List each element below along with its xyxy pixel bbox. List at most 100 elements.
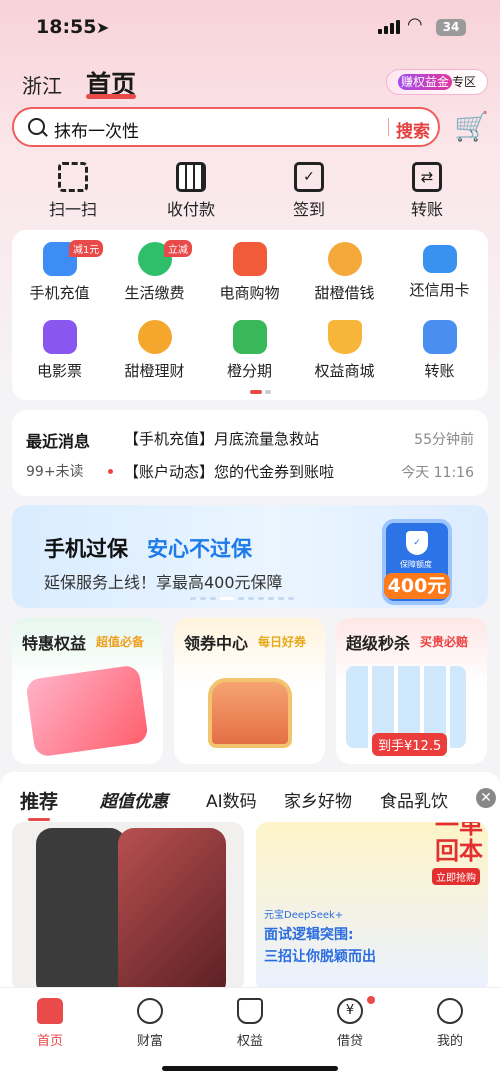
quick-label: 扫一扫 — [48, 200, 97, 219]
card-title: 领券中心 — [184, 634, 249, 653]
card-special-rights[interactable]: 特惠权益 超值必备 — [12, 618, 163, 764]
banner-description: 延保服务上线！享最高400元保障 — [44, 573, 283, 592]
status-time: 18:55 — [36, 16, 97, 38]
nav-loan[interactable]: ¥ 借贷 — [315, 996, 385, 1049]
location-arrow-icon: ➤ — [96, 18, 110, 37]
quick-actions: 扫一扫 收付款 ✓ 签到 ⇄ 转账 — [0, 158, 500, 224]
phone-caption: 保障额度 — [400, 560, 432, 569]
status-bar: 18:55 ➤ ◠ 34 — [0, 0, 500, 56]
product-card-ad[interactable]: 一单 回本 立即抢购 元宝DeepSeek+ 面试逻辑突围: 三招让你脱颖而出 — [256, 822, 488, 992]
notification-dot — [367, 996, 375, 1004]
transfer-card-icon — [422, 320, 457, 354]
banner-price: 400元 — [384, 573, 450, 599]
unread-count: 99+未读 — [26, 464, 84, 480]
service-label: 转账 — [424, 362, 455, 380]
profile-icon — [437, 998, 463, 1024]
movie-icon — [42, 320, 77, 354]
province-selector[interactable]: 浙江 — [22, 70, 62, 99]
card-flash-sale[interactable]: 超级秒杀 买贵必赔 到手¥12.5 — [336, 618, 487, 764]
service-label: 甜橙借钱 — [314, 284, 375, 302]
treasure-chest-illustration — [208, 678, 292, 748]
banner-title: 手机过保 — [44, 537, 128, 561]
recommend-feed: 推荐 超值优惠 AI数码 家乡好物 食品乳饮 ✕ 一单 回本 立即抢购 元宝Dee… — [0, 772, 500, 992]
message-item[interactable]: 【手机充值】月底流量急救站 — [124, 428, 319, 449]
title-underline — [86, 94, 136, 99]
service-label: 手机充值 — [29, 284, 90, 302]
service-shopping[interactable]: 电商购物 — [202, 242, 297, 303]
ad-line2: 回本 — [435, 837, 483, 865]
card-coupon-center[interactable]: 领券中心 每日好券 — [174, 618, 325, 764]
search-icon — [28, 118, 45, 135]
banner-title-highlight: 安心不过保 — [147, 537, 252, 561]
search-bar[interactable]: 抹布一次性 搜索 — [12, 107, 440, 147]
search-input[interactable]: 抹布一次性 — [54, 117, 139, 142]
warranty-banner[interactable]: 手机过保 安心不过保 延保服务上线！享最高400元保障 ✓ 保障额度 400元 — [12, 505, 488, 608]
product-card-phone[interactable] — [12, 822, 244, 992]
cart-icon[interactable]: 🛒 — [454, 110, 489, 143]
loan-icon: ¥ — [337, 998, 363, 1024]
unread-dot — [108, 469, 113, 474]
quick-checkin[interactable]: ✓ 签到 — [264, 158, 354, 220]
quick-transfer[interactable]: ⇄ 转账 — [382, 158, 472, 220]
search-divider — [388, 118, 389, 136]
service-wealth[interactable]: 甜橙理财 — [107, 320, 202, 381]
messages-title: 最近消息 — [26, 432, 91, 451]
calendar-check-icon: ✓ — [294, 162, 324, 192]
feed-tabs: 推荐 超值优惠 AI数码 家乡好物 食品乳饮 ✕ — [0, 784, 500, 821]
nav-wealth[interactable]: 财富 — [115, 998, 185, 1049]
message-time: 55分钟前 — [414, 432, 474, 448]
tab-deals[interactable]: 超值优惠 — [100, 787, 168, 812]
top-header: 浙江 首页 赚权益金 专区 — [0, 58, 500, 104]
promo-badge[interactable]: 赚权益金 专区 — [386, 69, 488, 95]
card-subtitle: 每日好券 — [258, 635, 307, 649]
yuan-coin-icon — [137, 320, 172, 354]
nav-profile[interactable]: 我的 — [415, 998, 485, 1049]
service-installment[interactable]: 橙分期 — [202, 320, 297, 381]
promo-badge-label: 专区 — [452, 75, 477, 89]
phone-product-image-back — [118, 828, 226, 992]
quick-label: 收付款 — [166, 200, 215, 219]
wifi-icon: ◠ — [407, 14, 423, 35]
service-tag: 减1元 — [69, 240, 104, 257]
ad-brand: 元宝DeepSeek+ — [264, 910, 344, 921]
service-rights-mall[interactable]: 权益商城 — [297, 320, 392, 381]
quick-pay[interactable]: 收付款 — [146, 158, 236, 220]
service-phone-topup[interactable]: 减1元 手机充值 — [12, 240, 107, 303]
nav-home[interactable]: 首页 — [15, 998, 85, 1049]
service-label: 生活缴费 — [124, 284, 185, 302]
service-utilities[interactable]: 立减 生活缴费 — [107, 240, 202, 303]
service-credit-card[interactable]: 还信用卡 — [392, 242, 487, 300]
page-indicator — [250, 390, 271, 394]
ad-headline-1: 面试逻辑突围: — [264, 927, 354, 943]
quick-label: 签到 — [292, 200, 325, 219]
quick-scan[interactable]: 扫一扫 — [28, 158, 118, 220]
close-icon[interactable]: ✕ — [476, 788, 496, 808]
credit-card-icon — [422, 245, 457, 273]
tab-ai-digital[interactable]: AI数码 — [206, 787, 257, 812]
transfer-icon: ⇄ — [412, 162, 442, 192]
service-borrow[interactable]: 甜橙借钱 — [297, 242, 392, 303]
wealth-icon — [137, 998, 163, 1024]
card-subtitle: 买贵必赔 — [420, 635, 469, 649]
tab-food[interactable]: 食品乳饮 — [380, 787, 448, 812]
services-grid: 减1元 手机充值 立减 生活缴费 电商购物 甜橙借钱 还信用卡 电影票 甜橙理财… — [12, 230, 488, 400]
ad-badge: 一单 回本 — [430, 822, 488, 864]
battery-icon: 34 — [436, 19, 466, 36]
shopping-bag-icon — [232, 242, 267, 276]
recent-messages[interactable]: 最近消息 99+未读 【手机充值】月底流量急救站 55分钟前 【账户动态】您的代… — [12, 410, 488, 496]
service-label: 权益商城 — [314, 362, 375, 380]
tab-recommend[interactable]: 推荐 — [20, 787, 58, 814]
promo-badge-highlight: 赚权益金 — [397, 74, 452, 90]
service-movie[interactable]: 电影票 — [12, 320, 107, 381]
service-label: 橙分期 — [226, 362, 272, 380]
service-transfer[interactable]: 转账 — [392, 320, 487, 381]
nav-rights[interactable]: 权益 — [215, 998, 285, 1049]
tab-hometown[interactable]: 家乡好物 — [284, 787, 352, 812]
search-button[interactable]: 搜索 — [390, 117, 436, 142]
message-item[interactable]: 【账户动态】您的代金券到账啦 — [124, 461, 334, 482]
service-tag: 立减 — [164, 240, 192, 257]
scan-icon — [58, 162, 88, 192]
card-subtitle: 超值必备 — [96, 635, 145, 649]
quick-label: 转账 — [410, 200, 443, 219]
message-time: 今天 11:16 — [401, 465, 474, 481]
